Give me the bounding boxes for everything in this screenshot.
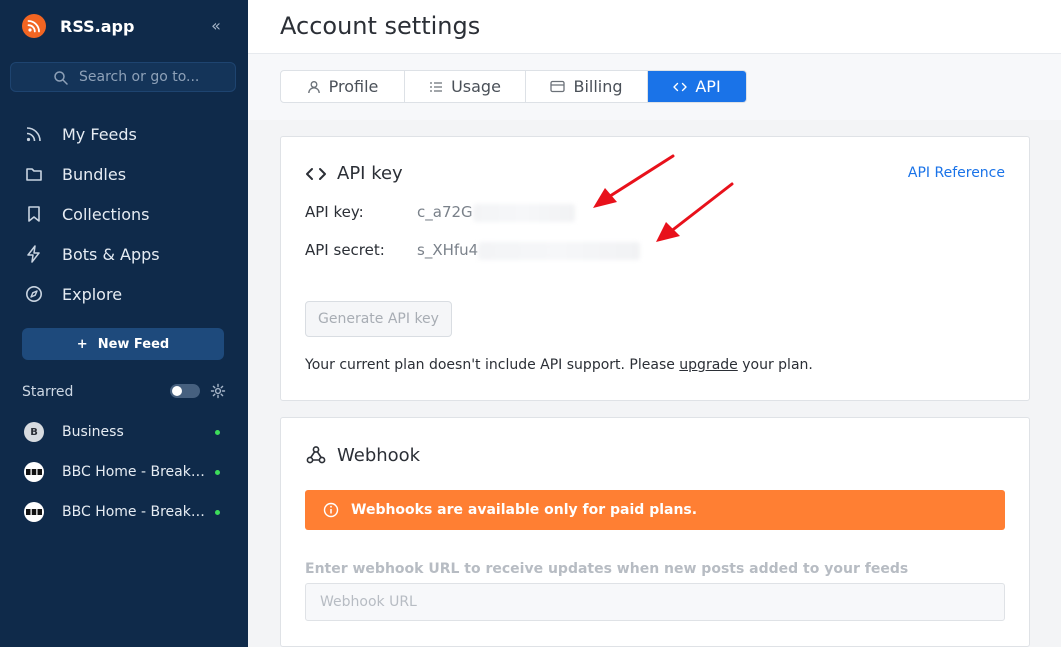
webhook-url-input[interactable]	[305, 583, 1005, 621]
api-key-text: c_a72G	[417, 203, 473, 221]
card-icon	[550, 80, 566, 93]
search-input[interactable]	[79, 67, 229, 87]
starred-label: Starred	[22, 384, 74, 400]
starred-section: Starred	[22, 382, 228, 402]
folder-icon	[24, 164, 44, 184]
plus-icon: +	[76, 336, 88, 352]
list-item[interactable]: B Business	[0, 412, 248, 452]
sidebar-item-bots-apps[interactable]: Bots & Apps	[0, 234, 248, 274]
status-dot	[215, 510, 220, 515]
sidebar-item-label: Bundles	[62, 164, 127, 184]
feed-avatar: B	[24, 422, 44, 442]
card-title: Webhook	[305, 444, 420, 466]
api-key-value[interactable]: c_a72G	[417, 203, 575, 222]
sidebar-nav: My Feeds Bundles Collections Bots & Apps…	[0, 114, 248, 314]
sidebar-item-label: My Feeds	[62, 124, 137, 144]
page-title: Account settings	[280, 12, 481, 40]
sidebar: RSS.app « My Feeds Bundles Collections	[0, 0, 248, 647]
user-icon	[307, 80, 320, 93]
list-item[interactable]: BBC Home - Breaking News	[0, 452, 248, 492]
api-secret-text: s_XHfu4	[417, 241, 479, 259]
sidebar-item-my-feeds[interactable]: My Feeds	[0, 114, 248, 154]
sidebar-item-label: Bots & Apps	[62, 244, 160, 264]
gear-icon[interactable]	[210, 383, 226, 399]
sidebar-item-bundles[interactable]: Bundles	[0, 154, 248, 194]
sidebar-item-label: Explore	[62, 284, 123, 304]
rss-icon	[24, 124, 44, 144]
api-key-title: API key	[337, 163, 403, 184]
upgrade-link[interactable]: upgrade	[679, 357, 737, 373]
api-key-label: API key:	[305, 203, 364, 221]
tab-profile[interactable]: Profile	[281, 71, 405, 102]
list-item[interactable]: BBC Home - Breaking News	[0, 492, 248, 532]
rss-logo-icon	[22, 14, 46, 38]
search-icon	[54, 71, 68, 85]
redacted-blur	[478, 241, 641, 260]
plan-note: Your current plan doesn't include API su…	[305, 357, 813, 373]
starred-feeds-list: B Business BBC Home - Breaking News BBC …	[0, 412, 248, 532]
card-title: API key	[305, 163, 403, 184]
info-icon	[323, 502, 339, 518]
feed-label: BBC Home - Breaking News	[62, 504, 208, 520]
tab-usage[interactable]: Usage	[405, 71, 526, 102]
settings-tabs: Profile Usage Billing API	[280, 70, 747, 103]
starred-toggle[interactable]	[170, 384, 200, 398]
code-icon	[306, 167, 326, 180]
webhook-title: Webhook	[337, 444, 421, 466]
sidebar-item-collections[interactable]: Collections	[0, 194, 248, 234]
search-box[interactable]	[10, 62, 236, 92]
status-dot	[215, 430, 220, 435]
brand-name: RSS.app	[60, 16, 135, 36]
tab-label: Profile	[328, 77, 379, 96]
sidebar-item-label: Collections	[62, 204, 150, 224]
collapse-sidebar-icon[interactable]: «	[206, 16, 226, 36]
new-feed-button[interactable]: + New Feed	[22, 328, 224, 360]
tab-label: Billing	[573, 77, 623, 96]
bbc-logo-icon	[24, 502, 44, 522]
api-key-card: API key API Reference API key: c_a72G AP…	[280, 136, 1030, 401]
api-key-row: API key: c_a72G	[305, 203, 575, 222]
status-dot	[215, 470, 220, 475]
api-secret-row: API secret: s_XHfu4	[305, 241, 641, 260]
tab-label: API	[695, 77, 721, 96]
tab-api[interactable]: API	[648, 71, 746, 102]
code-icon	[673, 82, 688, 91]
plan-note-text: your plan.	[737, 357, 813, 373]
bolt-icon	[24, 244, 44, 264]
sidebar-item-explore[interactable]: Explore	[0, 274, 248, 314]
plan-note-text: Your current plan doesn't include API su…	[305, 357, 680, 373]
compass-icon	[24, 284, 44, 304]
webhook-card: Webhook Webhooks are available only for …	[280, 417, 1030, 647]
feed-label: BBC Home - Breaking News	[62, 464, 208, 480]
webhook-url-label: Enter webhook URL to receive updates whe…	[305, 561, 909, 577]
alert-text: Webhooks are available only for paid pla…	[351, 502, 698, 518]
bookmark-icon	[24, 204, 44, 224]
api-secret-label: API secret:	[305, 241, 385, 259]
tab-label: Usage	[451, 77, 501, 96]
webhook-icon	[306, 446, 326, 464]
feed-label: Business	[62, 424, 124, 440]
api-secret-value[interactable]: s_XHfu4	[417, 241, 641, 260]
tab-billing[interactable]: Billing	[526, 71, 648, 102]
api-reference-link[interactable]: API Reference	[908, 165, 1005, 181]
bbc-logo-icon	[24, 462, 44, 482]
paid-plan-alert: Webhooks are available only for paid pla…	[305, 490, 1005, 530]
main-header: Account settings	[248, 0, 1061, 54]
generate-api-key-button[interactable]: Generate API key	[305, 301, 452, 337]
new-feed-label: New Feed	[97, 336, 170, 352]
brand[interactable]: RSS.app	[22, 14, 134, 38]
redacted-blur	[472, 203, 575, 222]
list-icon	[430, 81, 443, 92]
